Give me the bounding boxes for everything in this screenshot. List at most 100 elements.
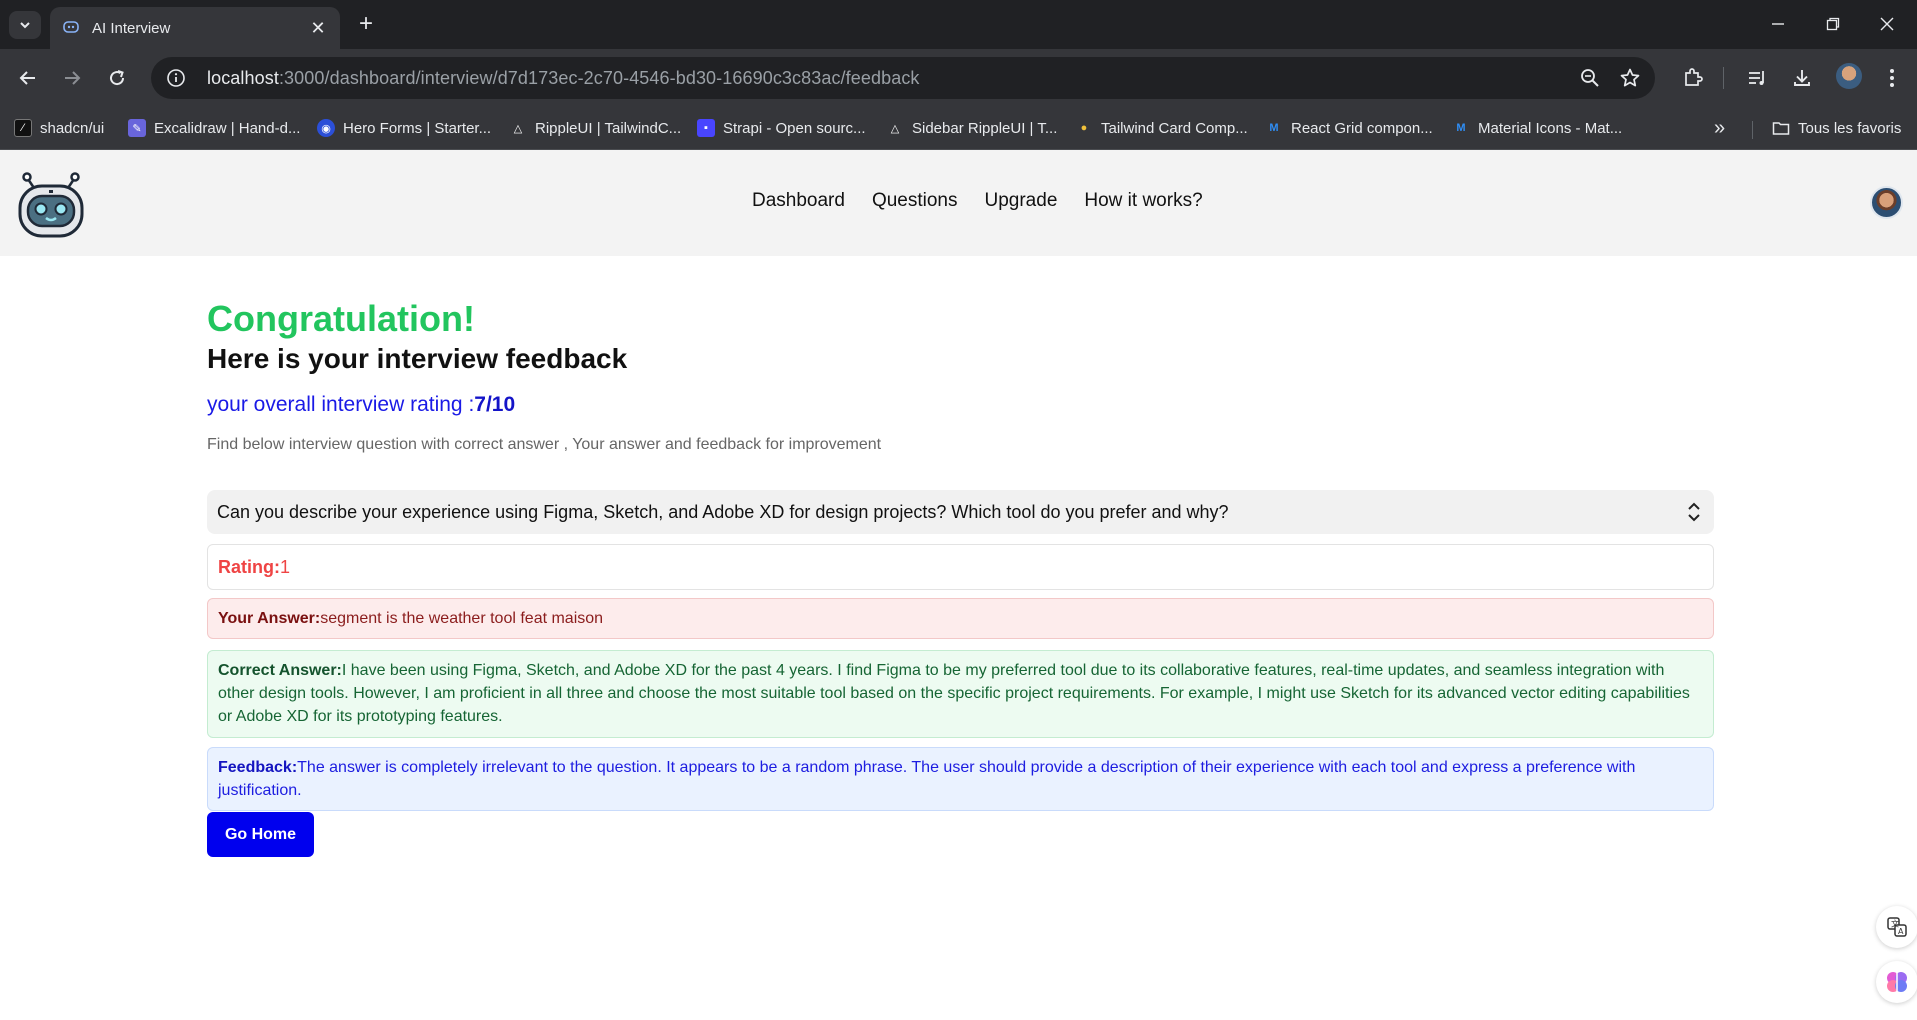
rippleui-icon: △ — [890, 122, 900, 135]
your-answer-box: Your Answer: segment is the weather tool … — [207, 598, 1714, 639]
correct-answer-label: Correct Answer: — [218, 662, 342, 679]
question-rating: Rating: 1 — [207, 544, 1714, 590]
all-bookmarks-folder[interactable]: Tous les favoris — [1772, 117, 1901, 139]
close-window-button[interactable] — [1867, 10, 1907, 38]
restore-icon — [1826, 17, 1840, 31]
chevron-up-down-icon[interactable] — [1684, 500, 1704, 524]
bookmark-item[interactable]: ▪ Strapi - Open sourc... — [697, 117, 866, 139]
all-bookmarks-label: Tous les favoris — [1798, 119, 1902, 137]
overall-rating: your overall interview rating :7/10 — [207, 393, 515, 417]
app-header: Dashboard Questions Upgrade How it works… — [0, 150, 1917, 256]
overall-rating-label: your overall interview rating : — [207, 393, 475, 416]
bookmark-item[interactable]: ⁄ shadcn/ui — [14, 117, 104, 139]
chat-bubble-icon — [63, 21, 79, 33]
bookmark-item[interactable]: ✎ Excalidraw | Hand-d... — [128, 117, 300, 139]
arrow-right-icon — [65, 71, 81, 85]
zoom-icon[interactable] — [1575, 63, 1605, 93]
shadcn-icon: ⁄ — [14, 119, 32, 137]
menu-kebab-icon[interactable] — [1876, 62, 1908, 94]
tab-search-button[interactable] — [9, 11, 41, 39]
instructions-text: Find below interview question with corre… — [207, 436, 882, 453]
bookmark-item[interactable]: M Material Icons - Mat... — [1452, 117, 1622, 139]
bookmark-label: Tailwind Card Comp... — [1101, 119, 1248, 137]
main-nav: Dashboard Questions Upgrade How it works… — [752, 190, 1203, 212]
arrow-left-icon — [19, 71, 35, 85]
feedback-subtitle: Here is your interview feedback — [207, 343, 628, 374]
nav-questions[interactable]: Questions — [872, 190, 958, 212]
congrats-heading: Congratulation! — [207, 298, 475, 339]
bookmark-label: shadcn/ui — [40, 119, 105, 137]
media-controls-icon[interactable] — [1741, 62, 1773, 94]
go-home-button[interactable]: Go Home — [207, 812, 314, 857]
strapi-icon: ▪ — [697, 119, 715, 137]
close-tab-icon[interactable]: ✕ — [308, 18, 328, 39]
robot-logo-icon[interactable] — [16, 166, 86, 240]
overall-rating-value: 7/10 — [474, 393, 516, 416]
url-path: :3000/dashboard/interview/d7d173ec-2c70-… — [278, 67, 920, 88]
browser-tab-strip: AI Interview ✕ + — [0, 0, 1917, 49]
excalidraw-icon: ✎ — [128, 119, 146, 137]
close-icon — [1880, 17, 1894, 31]
brain-assistant-button[interactable] — [1876, 961, 1917, 1003]
bookmark-label: RippleUI | TailwindC... — [535, 119, 682, 137]
bookmark-item[interactable]: M React Grid compon... — [1265, 117, 1433, 139]
browser-profile-avatar[interactable] — [1836, 63, 1862, 89]
mui-icon: M — [1456, 122, 1466, 134]
site-info-icon[interactable] — [165, 67, 187, 89]
folder-icon — [1772, 122, 1790, 135]
brain-icon — [1887, 972, 1907, 992]
back-button[interactable] — [12, 62, 44, 94]
url-host: localhost — [207, 67, 279, 88]
translate-button[interactable]: 文A — [1876, 906, 1917, 948]
tailwind-card-icon: ● — [1080, 122, 1088, 134]
nav-how-it-works[interactable]: How it works? — [1084, 190, 1202, 212]
question-collapsible[interactable]: Can you describe your experience using F… — [207, 490, 1714, 534]
mui-icon: M — [1269, 122, 1279, 134]
your-answer-label: Your Answer: — [218, 610, 321, 627]
download-icon[interactable] — [1786, 62, 1818, 94]
bookmark-label: Strapi - Open sourc... — [723, 119, 866, 137]
minimize-button[interactable] — [1758, 10, 1798, 38]
correct-answer-box: Correct Answer:I have been using Figma, … — [207, 650, 1714, 738]
bookmark-label: React Grid compon... — [1291, 119, 1433, 137]
correct-answer-text: I have been using Figma, Sketch, and Ado… — [218, 662, 1690, 725]
bookmarks-overflow-icon[interactable]: » — [1714, 117, 1725, 140]
url-text: localhost:3000/dashboard/interview/d7d17… — [207, 68, 1575, 89]
minimize-icon — [1772, 23, 1784, 25]
bookmark-label: Material Icons - Mat... — [1478, 119, 1623, 137]
question-text: Can you describe your experience using F… — [217, 501, 1229, 522]
rippleui-icon: △ — [513, 122, 523, 135]
extensions-icon[interactable] — [1677, 62, 1709, 94]
bookmark-star-icon[interactable] — [1615, 63, 1645, 93]
your-answer-text: segment is the weather tool feat maison — [320, 610, 604, 627]
user-avatar[interactable] — [1870, 186, 1903, 219]
nav-upgrade[interactable]: Upgrade — [985, 190, 1058, 212]
tab-title: AI Interview — [92, 19, 171, 37]
restore-button[interactable] — [1813, 10, 1853, 38]
rating-label: Rating: — [218, 556, 280, 577]
bookmark-label: Hero Forms | Starter... — [343, 119, 492, 137]
browser-tab-active[interactable]: AI Interview ✕ — [50, 7, 340, 49]
bookmark-item[interactable]: △ Sidebar RippleUI | T... — [886, 117, 1058, 139]
bookmark-item[interactable]: ● Tailwind Card Comp... — [1075, 117, 1248, 139]
feedback-text: The answer is completely irrelevant to t… — [218, 759, 1636, 799]
browser-toolbar: localhost:3000/dashboard/interview/d7d17… — [0, 49, 1917, 107]
toolbar-divider — [1723, 67, 1724, 89]
svg-text:A: A — [1898, 927, 1904, 936]
reload-button[interactable] — [101, 62, 133, 94]
bookmark-label: Sidebar RippleUI | T... — [912, 119, 1058, 137]
bookmarks-divider — [1752, 121, 1753, 139]
feedback-box: Feedback:The answer is completely irrele… — [207, 747, 1714, 811]
forward-button[interactable] — [56, 62, 88, 94]
address-bar[interactable]: localhost:3000/dashboard/interview/d7d17… — [151, 57, 1655, 99]
new-tab-button[interactable]: + — [352, 10, 380, 38]
bookmark-item[interactable]: ◉ Hero Forms | Starter... — [317, 117, 491, 139]
nav-dashboard[interactable]: Dashboard — [752, 190, 845, 212]
reload-icon — [110, 70, 125, 86]
rating-value: 1 — [280, 556, 291, 577]
bookmarks-bar: ⁄ shadcn/ui ✎ Excalidraw | Hand-d... ◉ Hero… — [0, 107, 1917, 150]
bookmark-label: Excalidraw | Hand-d... — [154, 119, 301, 137]
hero-forms-icon: ◉ — [317, 119, 335, 137]
bookmark-item[interactable]: △ RippleUI | TailwindC... — [509, 117, 681, 139]
translate-icon: 文A — [1887, 917, 1907, 937]
